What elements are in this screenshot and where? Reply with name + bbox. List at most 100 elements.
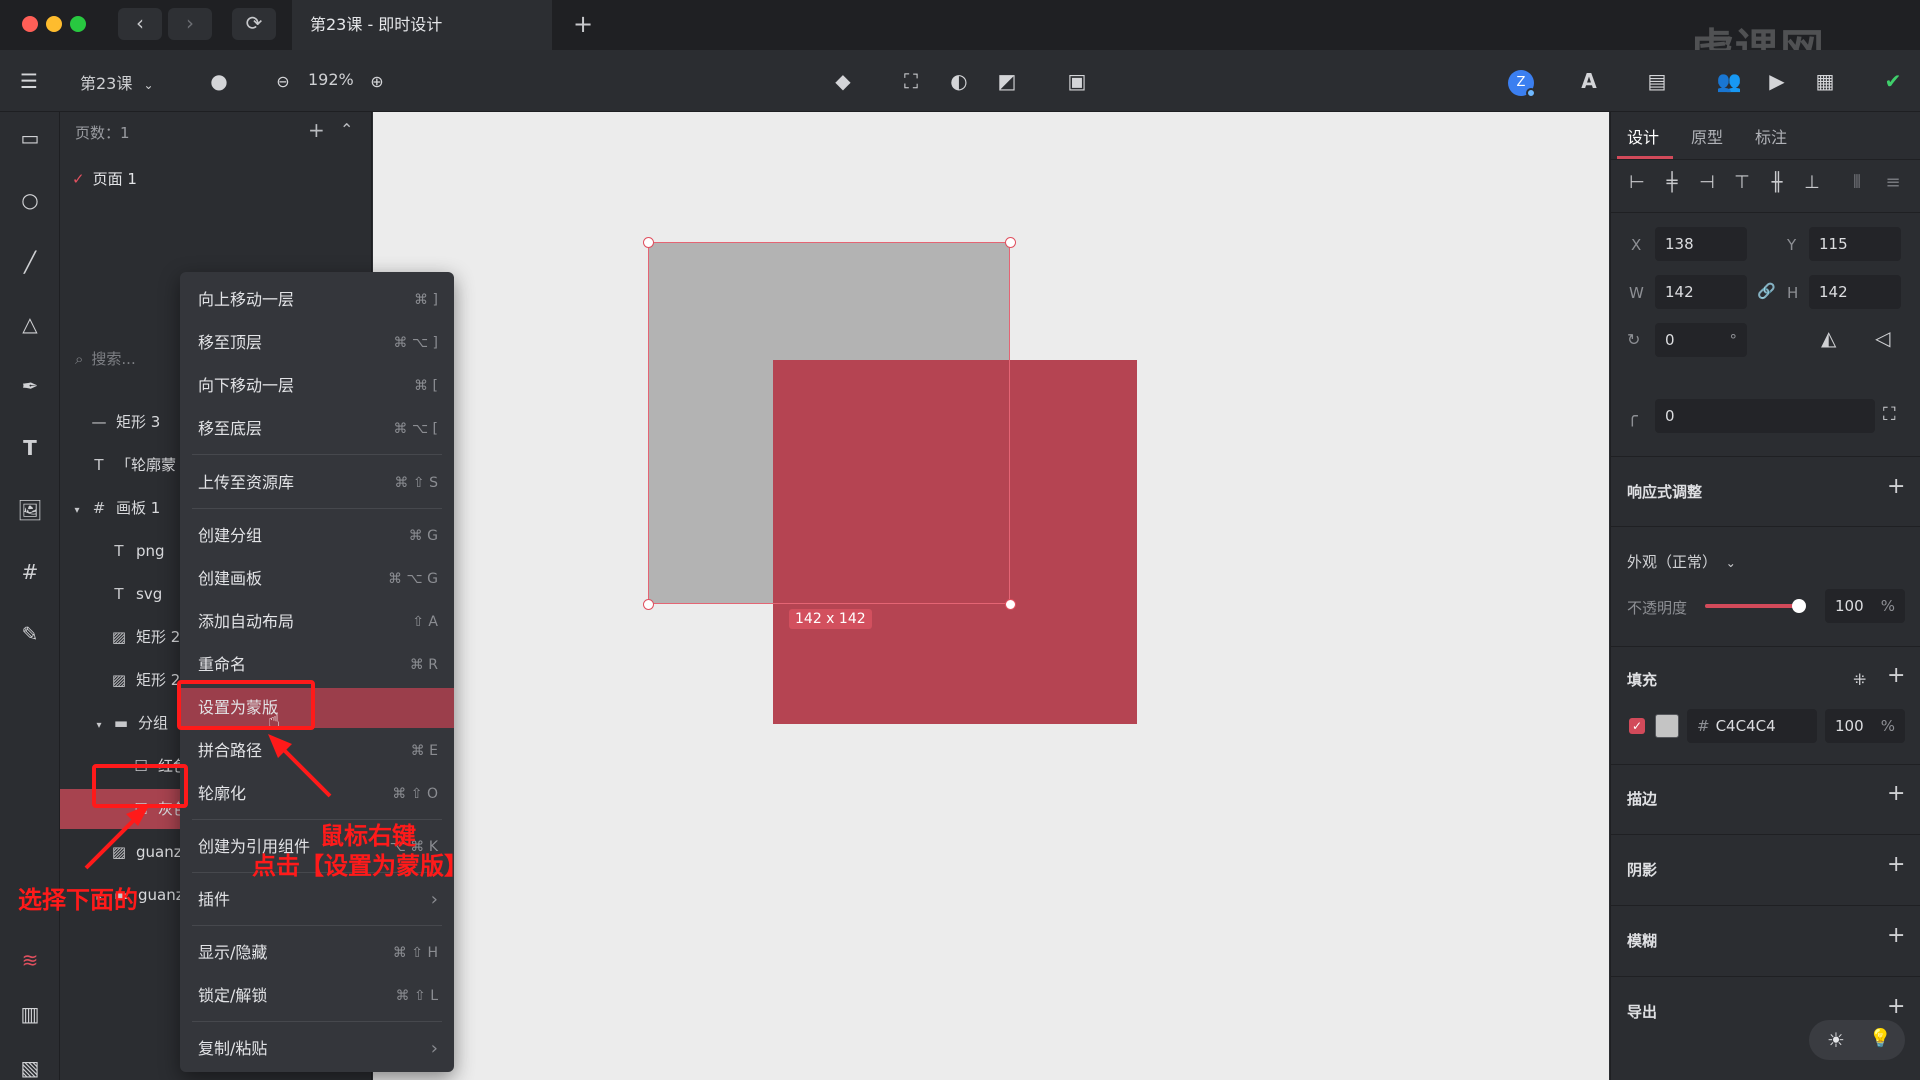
distribute-v-button[interactable]: ≡ [1881, 172, 1905, 196]
align-center-h-button[interactable]: ╪ [1660, 172, 1684, 196]
menu-item-create-group[interactable]: 创建分组 ⌘ G [180, 516, 454, 556]
menu-item-show-hide[interactable]: 显示/隐藏 ⌘ ⇧ H [180, 933, 454, 973]
resize-handle-bottom-right[interactable] [1005, 599, 1016, 610]
pencil-tool[interactable]: ✎ [14, 618, 46, 650]
zoom-in-button[interactable]: ⊕ [360, 64, 394, 98]
page-item[interactable]: ✓ 页面 1 [72, 168, 137, 189]
x-input[interactable]: 138 [1655, 227, 1747, 261]
flip-horizontal-button[interactable]: ◭ [1821, 326, 1836, 350]
share-button[interactable]: 👥 [1712, 64, 1746, 98]
independent-corners-button[interactable]: ⛶ [1883, 404, 1896, 425]
w-input[interactable]: 142 [1655, 275, 1747, 309]
resize-handle-top-left[interactable] [643, 237, 654, 248]
menu-button[interactable]: ☰ [12, 64, 46, 98]
boolean-button[interactable]: ◩ [990, 64, 1024, 98]
menu-item-auto-layout[interactable]: 添加自动布局 ⇧ A [180, 602, 454, 642]
zoom-out-button[interactable]: ⊖ [266, 64, 300, 98]
mask-button[interactable]: ◐ [942, 64, 976, 98]
align-top-button[interactable]: ⊤ [1730, 172, 1754, 196]
theme-toggle-icon[interactable]: ☀ [1827, 1028, 1845, 1052]
caret-down-icon: ▾ [74, 505, 80, 516]
assets-panel-button[interactable]: ▥ [14, 998, 46, 1030]
tab-inspect[interactable]: 标注 [1755, 124, 1787, 148]
play-button[interactable]: ▶ [1760, 64, 1794, 98]
maximize-window-button[interactable] [70, 16, 86, 32]
canvas[interactable]: 142 x 142 [373, 112, 1609, 1080]
menu-item-create-frame[interactable]: 创建画板 ⌘ ⌥ G [180, 559, 454, 599]
fill-hex-input[interactable]: # C4C4C4 [1687, 709, 1817, 743]
polygon-tool[interactable]: △ [14, 308, 46, 340]
menu-item-lock-unlock[interactable]: 锁定/解锁 ⌘ ⇧ L [180, 976, 454, 1016]
y-input[interactable]: 115 [1809, 227, 1901, 261]
minimize-window-button[interactable] [46, 16, 62, 32]
component-button[interactable]: ◆ [826, 64, 860, 98]
font-button[interactable]: A [1572, 64, 1606, 98]
image-tool[interactable]: 🖼 [14, 494, 46, 526]
zoom-level[interactable]: 192% [308, 70, 354, 89]
layers-panel-button[interactable]: ≋ [14, 944, 46, 976]
resize-handle-top-right[interactable] [1005, 237, 1016, 248]
align-right-button[interactable]: ⊣ [1695, 172, 1719, 196]
pen-tool[interactable]: ✒ [14, 370, 46, 402]
user-avatar[interactable]: Z [1508, 70, 1536, 98]
appearance-selector[interactable]: 外观（正常） ⌄ [1627, 551, 1736, 572]
corner-radius-input[interactable]: 0 [1655, 399, 1875, 433]
fill-opacity-input[interactable]: 100 % [1825, 709, 1905, 743]
layout-button[interactable]: ▦ [1808, 64, 1842, 98]
add-export-button[interactable]: + [1887, 994, 1905, 1019]
tab-design[interactable]: 设计 [1627, 124, 1659, 148]
frame-selection-button[interactable]: ⛶ [894, 64, 928, 98]
rotation-input[interactable]: 0 ° [1655, 323, 1747, 357]
menu-item-bring-forward[interactable]: 向上移动一层 ⌘ ] [180, 280, 454, 320]
notes-panel-button[interactable]: ▧ [14, 1052, 46, 1080]
fill-color-swatch[interactable] [1655, 714, 1679, 738]
align-center-v-button[interactable]: ╫ [1765, 172, 1789, 196]
project-selector[interactable]: 第23课 ⌄ [80, 70, 154, 94]
distribute-h-button[interactable]: ⦀ [1845, 172, 1869, 196]
menu-item-flatten-path[interactable]: 拼合路径 ⌘ E [180, 731, 454, 771]
add-blur-button[interactable]: + [1887, 923, 1905, 948]
constrain-proportions-button[interactable]: 🔗 [1757, 282, 1776, 300]
add-fill-button[interactable]: + [1887, 663, 1905, 688]
line-tool[interactable]: ╱ [14, 246, 46, 278]
menu-item-send-backward[interactable]: 向下移动一层 ⌘ [ [180, 366, 454, 406]
menu-item-outline[interactable]: 轮廓化 ⌘ ⇧ O [180, 774, 454, 814]
add-page-button[interactable]: + [308, 118, 325, 142]
opacity-slider-knob[interactable] [1792, 599, 1806, 613]
menu-item-rename[interactable]: 重命名 ⌘ R [180, 645, 454, 685]
text-tool[interactable]: T [14, 432, 46, 464]
resize-handle-bottom-left[interactable] [643, 599, 654, 610]
outline-button[interactable]: ▣ [1060, 64, 1094, 98]
add-stroke-button[interactable]: + [1887, 781, 1905, 806]
lightbulb-icon[interactable]: 💡 [1869, 1028, 1891, 1049]
add-shadow-button[interactable]: + [1887, 852, 1905, 877]
new-tab-button[interactable]: + [568, 8, 598, 40]
menu-item-copy-paste[interactable]: 复制/粘贴 › [180, 1029, 454, 1069]
align-left-button[interactable]: ⊢ [1625, 172, 1649, 196]
assets-button[interactable]: ▤ [1640, 64, 1674, 98]
h-input[interactable]: 142 [1809, 275, 1901, 309]
frame-tool[interactable]: # [14, 556, 46, 588]
menu-item-bring-to-front[interactable]: 移至顶层 ⌘ ⌥ ] [180, 323, 454, 363]
fill-visible-checkbox[interactable]: ✓ [1629, 718, 1645, 734]
close-window-button[interactable] [22, 16, 38, 32]
document-tab[interactable]: 第23课 - 即时设计 [292, 0, 552, 50]
opacity-slider[interactable] [1705, 599, 1806, 613]
menu-item-upload-library[interactable]: 上传至资源库 ⌘ ⇧ S [180, 463, 454, 503]
back-button[interactable]: ‹ [118, 8, 162, 40]
reload-button[interactable]: ⟳ [232, 8, 276, 40]
layer-search[interactable]: ⌕ 搜索... [75, 348, 136, 369]
add-responsive-button[interactable]: + [1887, 474, 1905, 499]
collapse-pages-button[interactable]: ⌃ [340, 120, 353, 139]
ellipse-tool[interactable]: ○ [14, 184, 46, 216]
menu-item-send-to-back[interactable]: 移至底层 ⌘ ⌥ [ [180, 409, 454, 449]
align-bottom-button[interactable]: ⊥ [1800, 172, 1824, 196]
rectangle-tool[interactable]: ▭ [14, 122, 46, 154]
flip-vertical-button[interactable]: ◁ [1875, 326, 1890, 350]
comment-button[interactable]: ● [202, 64, 236, 98]
opacity-input[interactable]: 100 % [1825, 589, 1905, 623]
tab-prototype[interactable]: 原型 [1691, 124, 1723, 148]
menu-item-plugins[interactable]: 插件 › [180, 880, 454, 920]
fill-styles-button[interactable]: ⁜ [1853, 670, 1866, 689]
forward-button[interactable]: › [168, 8, 212, 40]
